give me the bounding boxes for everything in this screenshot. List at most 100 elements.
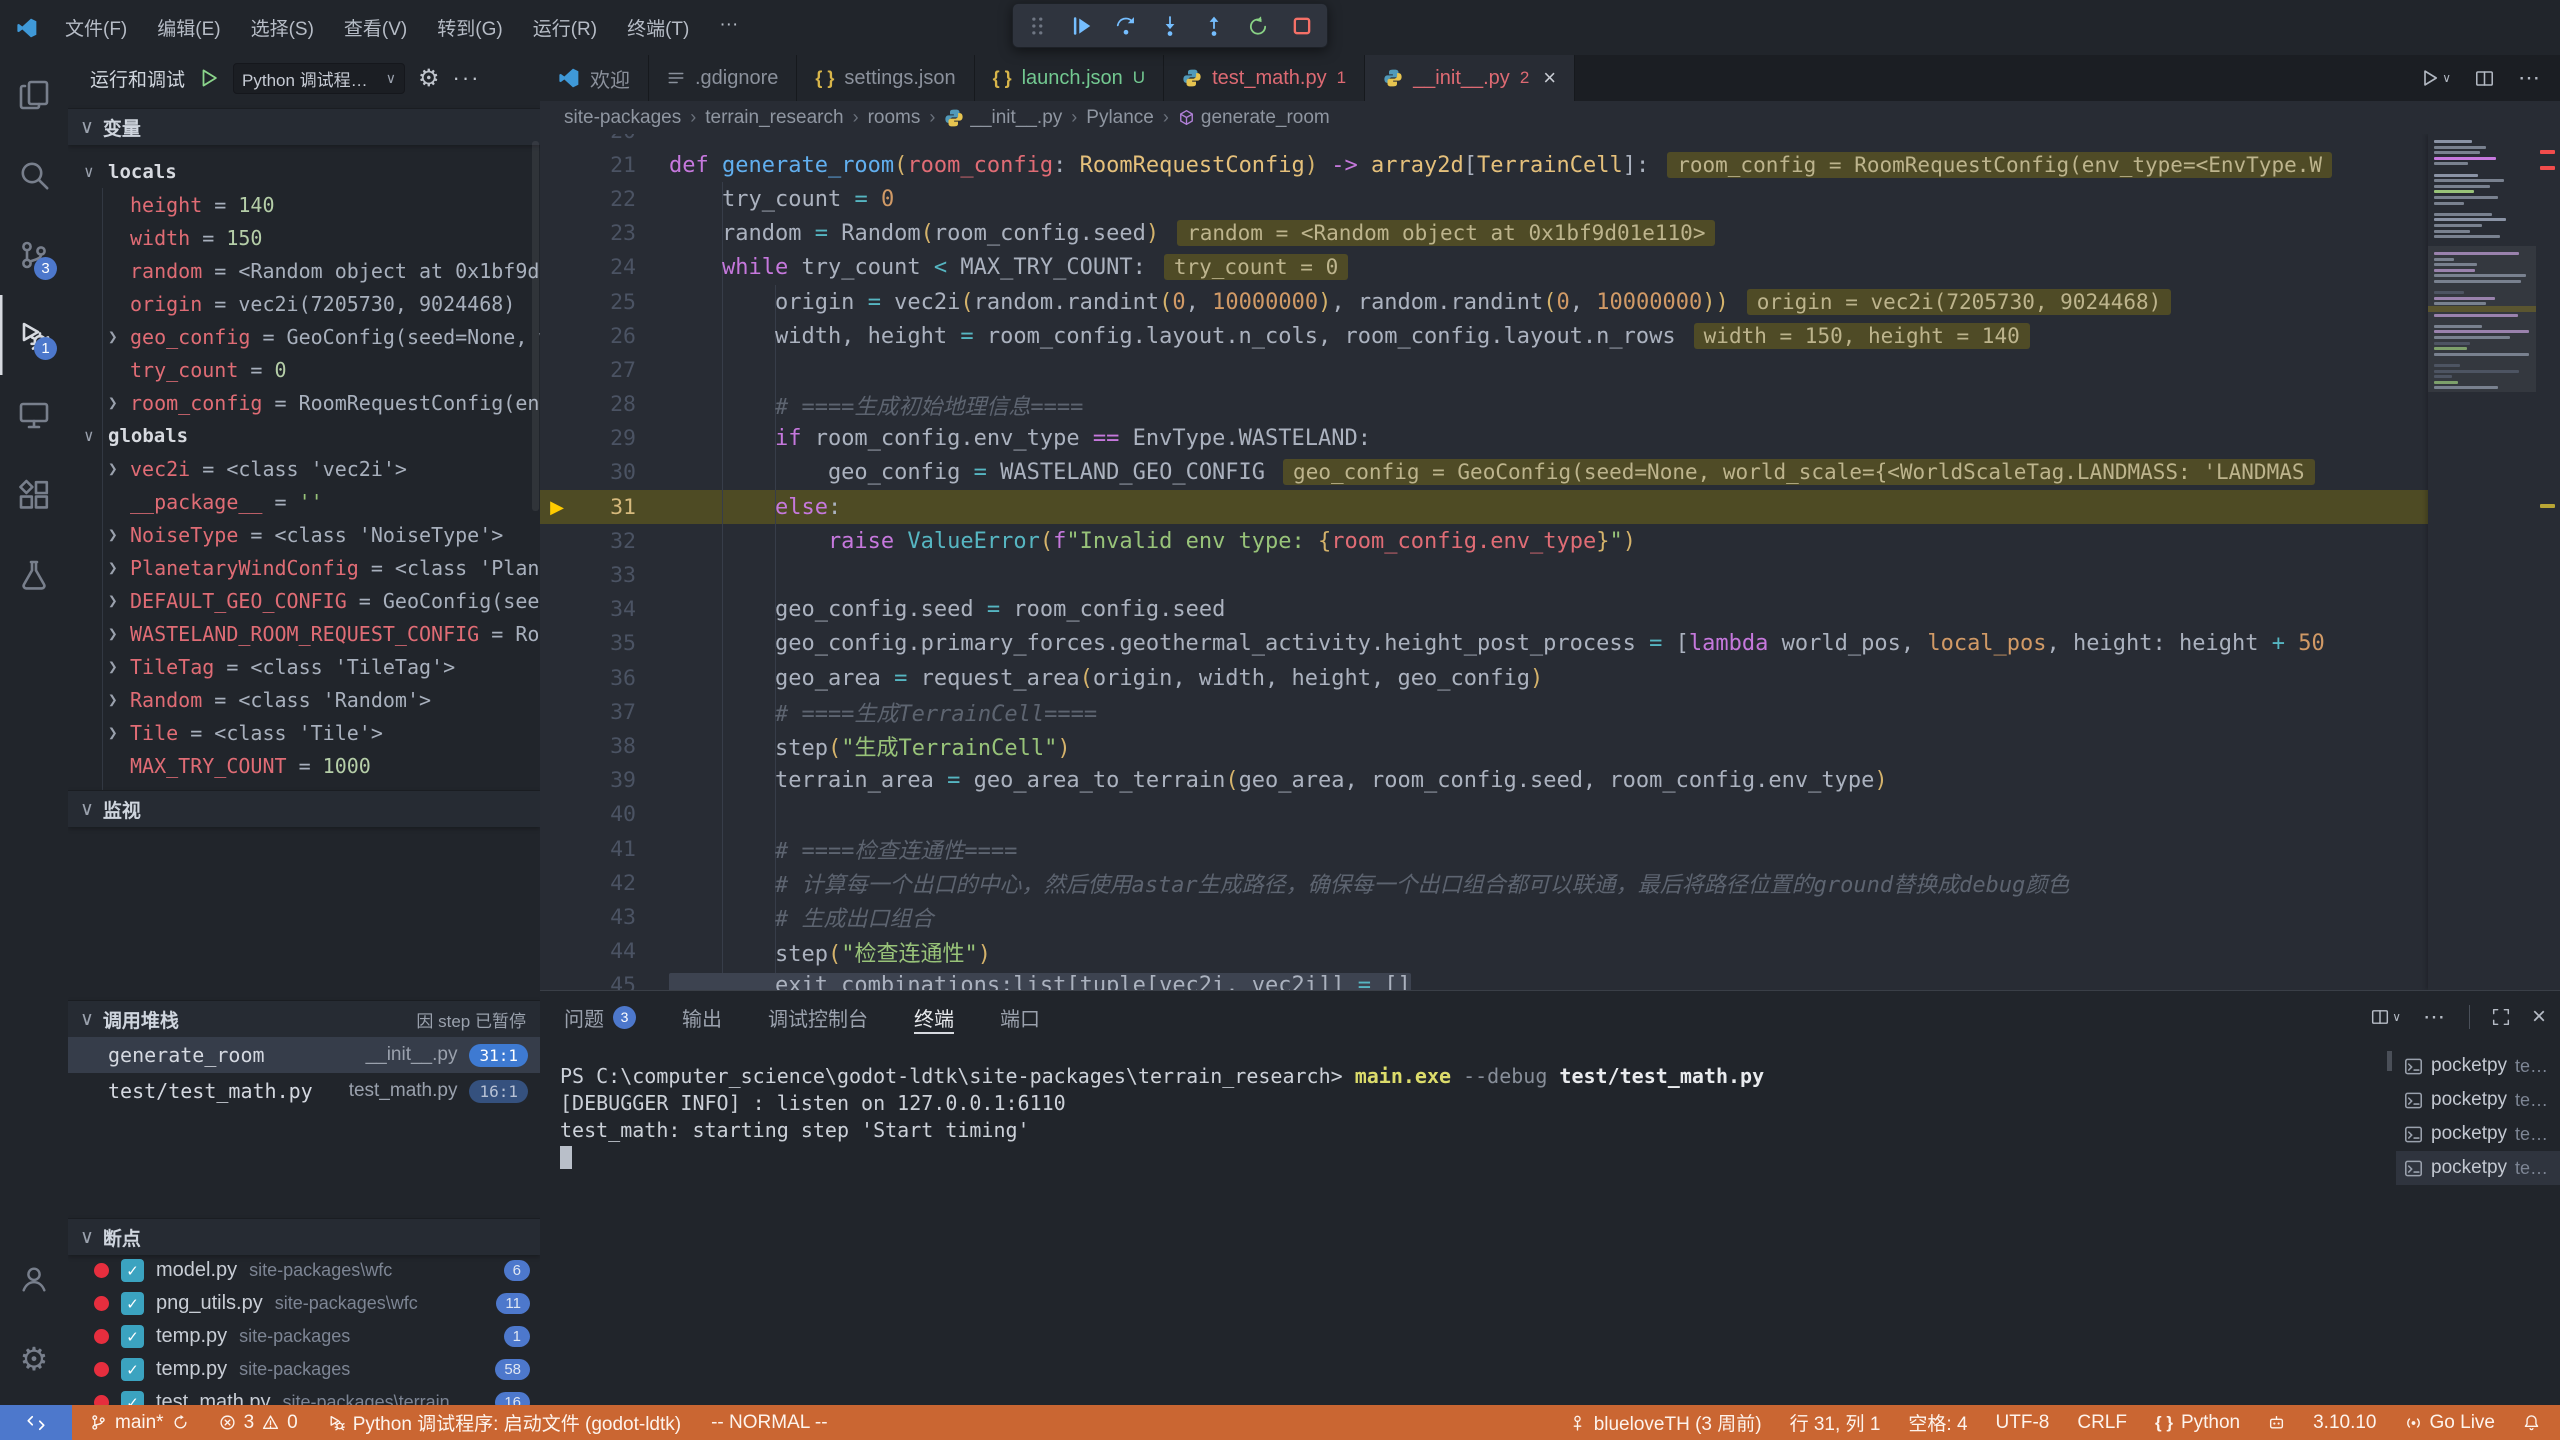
code-line-42[interactable]: 42 # 计算每一个出口的中心，然后使用astar生成路径，确保每一个出口组合都… [540,866,2428,900]
terminal-output[interactable]: PS C:\computer_science\godot-ldtk\site-p… [560,1063,2388,1171]
section-header-callstack[interactable]: ∨调用堆栈因 step 已暂停 [68,1000,540,1037]
status-copilot[interactable] [2268,1414,2285,1431]
breadcrumb-item-__init__.py[interactable]: __init__.py [944,107,1062,129]
chevron-right-icon[interactable]: ❯ [108,657,118,676]
status-git-blame[interactable]: blueloveTH (3 周前) [1569,1409,1762,1436]
code-line-34[interactable]: 34 geo_config.seed = room_config.seed [540,593,2428,627]
section-header-breakpoints[interactable]: ∨断点 [68,1218,540,1255]
terminal-scrollbar[interactable] [2387,1051,2392,1071]
code-line-36[interactable]: 36 geo_area = request_area(origin, width… [540,661,2428,695]
breadcrumb-item-Pylance[interactable]: Pylance [1086,107,1154,129]
code-line-37[interactable]: 37 # ====生成TerrainCell==== [540,695,2428,729]
breakpoint-checkbox[interactable]: ✓ [121,1325,144,1348]
status-notifications[interactable] [2523,1414,2540,1431]
variable-row[interactable]: try_count = 0 [68,353,540,386]
tab-close-icon[interactable]: × [1543,65,1556,91]
breadcrumb-item-generate_room[interactable]: generate_room [1178,107,1330,129]
scope-globals[interactable]: ∨globals [68,419,540,452]
terminal-list-item[interactable]: pocketpyte… [2396,1117,2560,1151]
panel-more-actions-icon[interactable]: ⋯ [2423,1004,2447,1030]
breakpoint-row[interactable]: ✓png_utils.pysite-packages\wfc11 [68,1287,540,1320]
editor-scrollbar[interactable] [2536,134,2560,990]
editor-more-actions-icon[interactable]: ⋯ [2518,65,2542,91]
breakpoint-row[interactable]: ✓temp.pysite-packages58 [68,1353,540,1386]
tab-__init__.py[interactable]: __init__.py2× [1365,55,1575,101]
code-line-40[interactable]: 40 [540,798,2428,832]
step-out-button[interactable] [1203,15,1225,37]
menu-item-4[interactable]: 查看(V) [331,9,420,46]
step-into-button[interactable] [1159,15,1181,37]
menu-item-6[interactable]: 运行(R) [520,9,610,46]
breakpoint-row[interactable]: ✓test_math.pysite-packages\terrain_res…1… [68,1386,540,1405]
scope-locals[interactable]: ∨locals [68,155,540,188]
more-actions-icon[interactable]: ··· [453,65,481,91]
code-line-29[interactable]: 29 if room_config.env_type == EnvType.WA… [540,422,2428,456]
breakpoint-checkbox[interactable]: ✓ [121,1292,144,1315]
code-line-31[interactable]: ▶31 else: [540,490,2428,524]
remote-indicator[interactable] [0,1405,72,1440]
tab-.gdignore[interactable]: .gdignore [649,55,797,101]
panel-tab-终端[interactable]: 终端 [914,991,954,1043]
activity-source-control[interactable]: 3 [0,215,68,295]
code-line-21[interactable]: 21def generate_room(room_config: RoomReq… [540,148,2428,182]
variable-row[interactable]: width = 150 [68,221,540,254]
code-line-33[interactable]: 33 [540,558,2428,592]
chevron-right-icon[interactable]: ❯ [108,393,118,412]
code-line-24[interactable]: 24 while try_count < MAX_TRY_COUNT:try_c… [540,251,2428,285]
variable-row[interactable]: __package__ = '' [68,485,540,518]
activity-manage-settings[interactable]: ⚙ [0,1319,68,1399]
variable-row[interactable]: stop = <function stop at 0x1bf9cd216d… [68,782,540,790]
section-header-watch[interactable]: ∨监视 [68,790,540,827]
breadcrumb-item-terrain_research[interactable]: terrain_research [705,107,843,129]
callstack-frame[interactable]: test/test_math.pytest_math.py16:1 [68,1073,540,1109]
chevron-right-icon[interactable]: ❯ [108,624,118,643]
step-over-button[interactable] [1115,15,1137,37]
breakpoint-checkbox[interactable]: ✓ [121,1259,144,1282]
status-git-branch[interactable]: main* [90,1412,189,1434]
activity-explorer[interactable] [0,55,68,135]
activity-remote-explorer[interactable] [0,375,68,455]
status-python-version[interactable]: 3.10.10 [2313,1412,2376,1434]
code-line-38[interactable]: 38 step("生成TerrainCell") [540,729,2428,763]
code-line-25[interactable]: 25 origin = vec2i(random.randint(0, 1000… [540,285,2428,319]
tab--[interactable]: 欢迎 [540,55,649,101]
activity-testing[interactable] [0,535,68,615]
code-line-27[interactable]: 27 [540,353,2428,387]
terminal-list-item[interactable]: pocketpyte… [2396,1151,2560,1185]
code-line-44[interactable]: 44 step("检查连通性") [540,935,2428,969]
code-line-35[interactable]: 35 geo_config.primary_forces.geothermal_… [540,627,2428,661]
chevron-right-icon[interactable]: ❯ [108,558,118,577]
variable-row[interactable]: ❯WASTELAND_ROOM_REQUEST_CONFIG = RoomR… [68,617,540,650]
code-line-32[interactable]: 32 raise ValueError(f"Invalid env type: … [540,524,2428,558]
close-panel-icon[interactable]: × [2532,1003,2546,1031]
code-line-39[interactable]: 39 terrain_area = geo_area_to_terrain(ge… [540,764,2428,798]
terminal-list-item[interactable]: pocketpyte… [2396,1083,2560,1117]
activity-extensions[interactable] [0,455,68,535]
panel-tab-端口[interactable]: 端口 [1000,991,1040,1043]
continue-button[interactable] [1071,15,1093,37]
status-language-mode[interactable]: { }Python [2155,1412,2240,1434]
code-line-22[interactable]: 22 try_count = 0 [540,182,2428,216]
maximize-panel-icon[interactable] [2492,1008,2510,1026]
breakpoint-row[interactable]: ✓temp.pysite-packages1 [68,1320,540,1353]
variable-row[interactable]: ❯room_config = RoomRequestConfig(env_t… [68,386,540,419]
chevron-right-icon[interactable]: ❯ [108,723,118,742]
chevron-right-icon[interactable]: ❯ [108,690,118,709]
chevron-right-icon[interactable]: ❯ [108,459,118,478]
menu-item-2[interactable]: 编辑(E) [144,9,233,46]
variable-row[interactable]: random = <Random object at 0x1bf9d01e… [68,254,540,287]
code-line-30[interactable]: 30 geo_config = WASTELAND_GEO_CONFIGgeo_… [540,456,2428,490]
status-problems[interactable]: 30 [219,1412,298,1434]
variable-row[interactable]: ❯geo_config = GeoConfig(seed=None, wor… [68,320,540,353]
activity-accounts[interactable] [0,1239,68,1319]
breakpoint-row[interactable]: ✓model.pysite-packages\wfc6 [68,1254,540,1287]
section-header-variables[interactable]: ∨变量 [68,108,540,145]
code-line-43[interactable]: 43 # 生成出口组合 [540,900,2428,934]
activity-run-and-debug[interactable]: 1 [0,295,68,375]
code-line-26[interactable]: 26 width, height = room_config.layout.n_… [540,319,2428,353]
variable-row[interactable]: ❯vec2i = <class 'vec2i'> [68,452,540,485]
start-debug-button[interactable] [198,67,220,89]
run-file-button[interactable]: ∨ [2420,68,2451,88]
debug-settings-gear-icon[interactable]: ⚙ [418,64,440,93]
breakpoint-checkbox[interactable]: ✓ [121,1358,144,1381]
